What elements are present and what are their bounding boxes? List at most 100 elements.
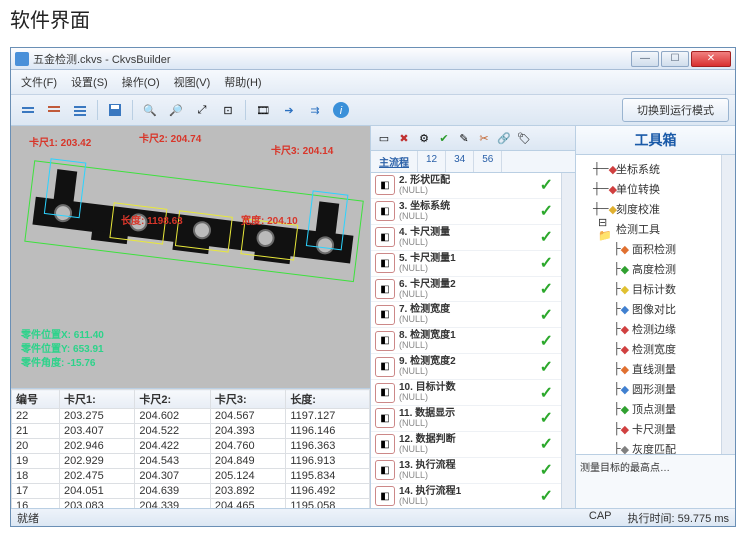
tab-12[interactable]: 12 (418, 151, 446, 172)
tree-item[interactable]: ├ ◆面积检测 (578, 239, 719, 259)
tree-item[interactable]: ├ ◆顶点测量 (578, 399, 719, 419)
tool-icon: ├ ◆ (614, 422, 628, 436)
step-icon: ◧ (375, 383, 395, 403)
tree-item[interactable]: ├ ◆卡尺测量 (578, 419, 719, 439)
layers3-icon[interactable] (69, 99, 91, 121)
zoom-out-icon[interactable]: 🔎 (165, 99, 187, 121)
flow-step[interactable]: ◧6. 卡尺测量2(NULL)✓ (371, 277, 561, 303)
check-icon: ✓ (540, 331, 557, 351)
tool-icon: ┼─ ◆ (598, 162, 612, 176)
window-title: 五金检测.ckvs - CkvsBuilder (33, 51, 631, 67)
toolbox-scrollbar[interactable] (721, 155, 735, 454)
tree-item[interactable]: ├ ◆灰度匹配 (578, 439, 719, 454)
tab-main[interactable]: 主流程 (371, 151, 418, 172)
delete-icon[interactable]: ✖ (395, 129, 413, 147)
edit-icon[interactable]: ✎ (455, 129, 473, 147)
run-loop-icon[interactable]: ⇉ (304, 99, 326, 121)
tab-56[interactable]: 56 (474, 151, 502, 172)
zoom-actual-icon[interactable]: ⊡ (217, 99, 239, 121)
tree-item[interactable]: ├ ◆目标计数 (578, 279, 719, 299)
zoom-in-icon[interactable]: 🔍 (139, 99, 161, 121)
grid-header[interactable]: 编号 (12, 390, 60, 409)
check-icon: ✓ (540, 486, 557, 506)
menu-help[interactable]: 帮助(H) (220, 72, 265, 92)
overlay-caliper2: 卡尺2: 204.74 (139, 130, 201, 145)
table-row[interactable]: 17204.051204.639203.8921196.492 (12, 484, 370, 499)
box-icon[interactable]: ▭ (375, 129, 393, 147)
tree-item[interactable]: ├ ◆直线测量 (578, 359, 719, 379)
step-icon: ◧ (375, 357, 395, 377)
table-row[interactable]: 16203.083204.339204.4651195.058 (12, 499, 370, 509)
link-icon[interactable]: 🔗 (495, 129, 513, 147)
table-row[interactable]: 22203.275204.602204.5671197.127 (12, 409, 370, 424)
minimize-button[interactable]: — (631, 51, 659, 67)
tree-item[interactable]: ├ ◆检测宽度 (578, 339, 719, 359)
flow-tabs: 主流程 12 34 56 (371, 151, 575, 173)
save-icon[interactable] (104, 99, 126, 121)
check-icon: ✓ (540, 460, 557, 480)
flow-step[interactable]: ◧9. 检测宽度2(NULL)✓ (371, 354, 561, 380)
flow-step[interactable]: ◧7. 检测宽度(NULL)✓ (371, 302, 561, 328)
flow-step[interactable]: ◧13. 执行流程(NULL)✓ (371, 458, 561, 484)
table-row[interactable]: 18202.475204.307205.1241195.834 (12, 469, 370, 484)
gear-icon[interactable]: ⚙ (415, 129, 433, 147)
tree-item[interactable]: ├ ◆图像对比 (578, 299, 719, 319)
status-ready: 就绪 (17, 510, 39, 526)
tags-icon[interactable]: 🏷 (515, 129, 533, 147)
grid-header[interactable]: 长度: (286, 390, 370, 409)
tool-icon: ├ ◆ (614, 322, 628, 336)
menu-operate[interactable]: 操作(O) (118, 72, 164, 92)
image-view[interactable]: 卡尺1: 203.42 卡尺2: 204.74 卡尺3: 204.14 (11, 126, 370, 388)
flow-scrollbar[interactable] (561, 173, 575, 508)
toolbox-tree[interactable]: ┼─ ◆坐标系统┼─ ◆单位转换┼─ ◆刻度校准⊟ 📁检测工具├ ◆面积检测├ … (576, 155, 721, 454)
menu-view[interactable]: 视图(V) (170, 72, 215, 92)
flow-step[interactable]: ◧4. 卡尺测量(NULL)✓ (371, 225, 561, 251)
grid-header[interactable]: 卡尺1: (59, 390, 134, 409)
flow-step[interactable]: ◧5. 卡尺测量1(NULL)✓ (371, 251, 561, 277)
table-row[interactable]: 19202.929204.543204.8491196.913 (12, 454, 370, 469)
page-heading: 软件界面 (0, 0, 750, 37)
tree-item[interactable]: ┼─ ◆单位转换 (578, 179, 719, 199)
menu-settings[interactable]: 设置(S) (67, 72, 112, 92)
zoom-fit-icon[interactable]: ⤢ (191, 99, 213, 121)
close-button[interactable]: ✕ (691, 51, 731, 67)
step-list[interactable]: ◧2. 形状匹配(NULL)✓◧3. 坐标系统(NULL)✓◧4. 卡尺测量(N… (371, 173, 561, 508)
maximize-button[interactable]: ☐ (661, 51, 689, 67)
switch-mode-button[interactable]: 切换到运行模式 (622, 98, 729, 122)
flow-step[interactable]: ◧12. 数据判断(NULL)✓ (371, 432, 561, 458)
tree-group[interactable]: ⊟ 📁检测工具 (578, 219, 719, 239)
flow-step[interactable]: ◧11. 数据显示(NULL)✓ (371, 406, 561, 432)
layers-icon[interactable] (17, 99, 39, 121)
overlay-width: 宽度: 204.10 (241, 212, 298, 227)
toolbox-description: 测量目标的最高点… (576, 454, 735, 508)
tree-item[interactable]: ├ ◆高度检测 (578, 259, 719, 279)
flow-step[interactable]: ◧10. 目标计数(NULL)✓ (371, 380, 561, 406)
flow-step[interactable]: ◧3. 坐标系统(NULL)✓ (371, 199, 561, 225)
info-icon[interactable]: i (330, 99, 352, 121)
flow-step[interactable]: ◧8. 检测宽度1(NULL)✓ (371, 328, 561, 354)
grid-header[interactable]: 卡尺2: (135, 390, 210, 409)
app-icon (15, 52, 29, 66)
table-row[interactable]: 20202.946204.422204.7601196.363 (12, 439, 370, 454)
tool-icon: ├ ◆ (614, 382, 628, 396)
menu-file[interactable]: 文件(F) (17, 72, 61, 92)
check-icon[interactable]: ✔ (435, 129, 453, 147)
data-grid[interactable]: 编号卡尺1:卡尺2:卡尺3:长度: 22203.275204.602204.56… (11, 388, 370, 508)
tab-34[interactable]: 34 (446, 151, 474, 172)
toolbox-panel: 工具箱 ┼─ ◆坐标系统┼─ ◆单位转换┼─ ◆刻度校准⊟ 📁检测工具├ ◆面积… (576, 126, 735, 508)
overlay-py: 零件位置Y: 653.91 (21, 340, 104, 355)
grid-header[interactable]: 卡尺3: (210, 390, 285, 409)
flow-step[interactable]: ◧2. 形状匹配(NULL)✓ (371, 173, 561, 199)
tool-icon: ├ ◆ (614, 442, 628, 454)
film-icon[interactable]: 🎞 (252, 99, 274, 121)
tree-item[interactable]: ┼─ ◆坐标系统 (578, 159, 719, 179)
cut-icon[interactable]: ✂ (475, 129, 493, 147)
layers2-icon[interactable] (43, 99, 65, 121)
tree-item[interactable]: ├ ◆圆形测量 (578, 379, 719, 399)
tree-item[interactable]: ├ ◆检测边缘 (578, 319, 719, 339)
table-row[interactable]: 21203.407204.522204.3931196.146 (12, 424, 370, 439)
step-icon: ◧ (375, 486, 395, 506)
step-icon: ◧ (375, 331, 395, 351)
flow-step[interactable]: ◧14. 执行流程1(NULL)✓ (371, 484, 561, 508)
run-icon[interactable]: ➔ (278, 99, 300, 121)
